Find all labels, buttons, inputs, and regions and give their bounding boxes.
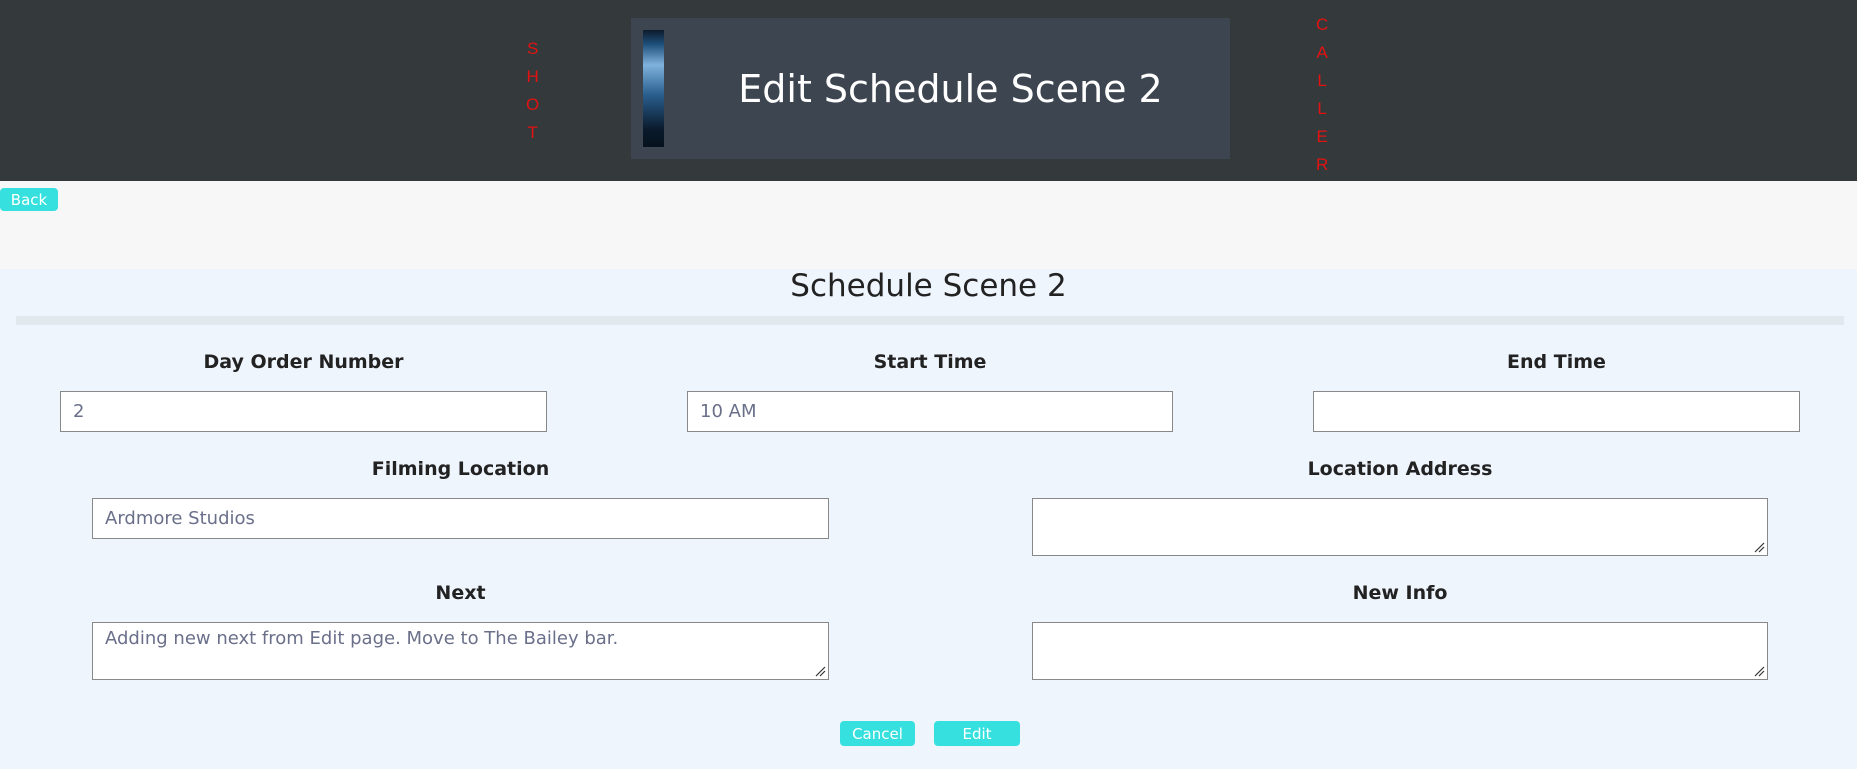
caller-vertical-logo: C A L L E R [1316,11,1329,179]
start-time-input[interactable]: 10 AM [687,391,1173,432]
resize-grip-icon[interactable] [1753,541,1765,553]
caller-letter: E [1316,127,1329,146]
shot-letter: T [527,123,539,142]
next-value: Adding new next from Edit page. Move to … [105,628,619,649]
form-divider [16,316,1844,325]
resize-grip-icon[interactable] [814,665,826,677]
shot-letter: S [526,39,540,58]
app-header: S H O T Edit Schedule Scene 2 C A L L E … [0,0,1857,181]
form-title: Schedule Scene 2 [790,268,1067,304]
filming-location-input[interactable]: Ardmore Studios [92,498,829,539]
shot-vertical-logo: S H O T [526,35,540,147]
caller-letter: C [1316,15,1330,34]
end-time-label: End Time [1507,351,1606,373]
next-textarea[interactable]: Adding new next from Edit page. Move to … [92,622,829,680]
caller-letter: L [1317,71,1328,90]
day-order-label: Day Order Number [203,351,404,373]
caller-letter: A [1316,43,1329,62]
back-button[interactable]: Back [0,188,58,211]
day-order-input[interactable]: 2 [60,391,547,432]
shot-letter: H [526,67,540,86]
next-label: Next [435,582,486,604]
resize-grip-icon[interactable] [1753,665,1765,677]
location-address-label: Location Address [1307,458,1493,480]
caller-letter: R [1316,155,1330,174]
new-info-textarea[interactable] [1032,622,1768,680]
banner-image [643,30,664,147]
nav-band [0,181,1857,269]
edit-button[interactable]: Edit [934,721,1020,746]
page-title: Edit Schedule Scene 2 [738,66,1163,111]
filming-location-label: Filming Location [371,458,550,480]
page-title-banner: Edit Schedule Scene 2 [631,18,1230,159]
location-address-textarea[interactable] [1032,498,1768,556]
end-time-input[interactable] [1313,391,1800,432]
shot-letter: O [526,95,541,114]
caller-letter: L [1317,99,1328,118]
new-info-label: New Info [1352,582,1448,604]
cancel-button[interactable]: Cancel [840,721,915,746]
start-time-label: Start Time [873,351,987,373]
